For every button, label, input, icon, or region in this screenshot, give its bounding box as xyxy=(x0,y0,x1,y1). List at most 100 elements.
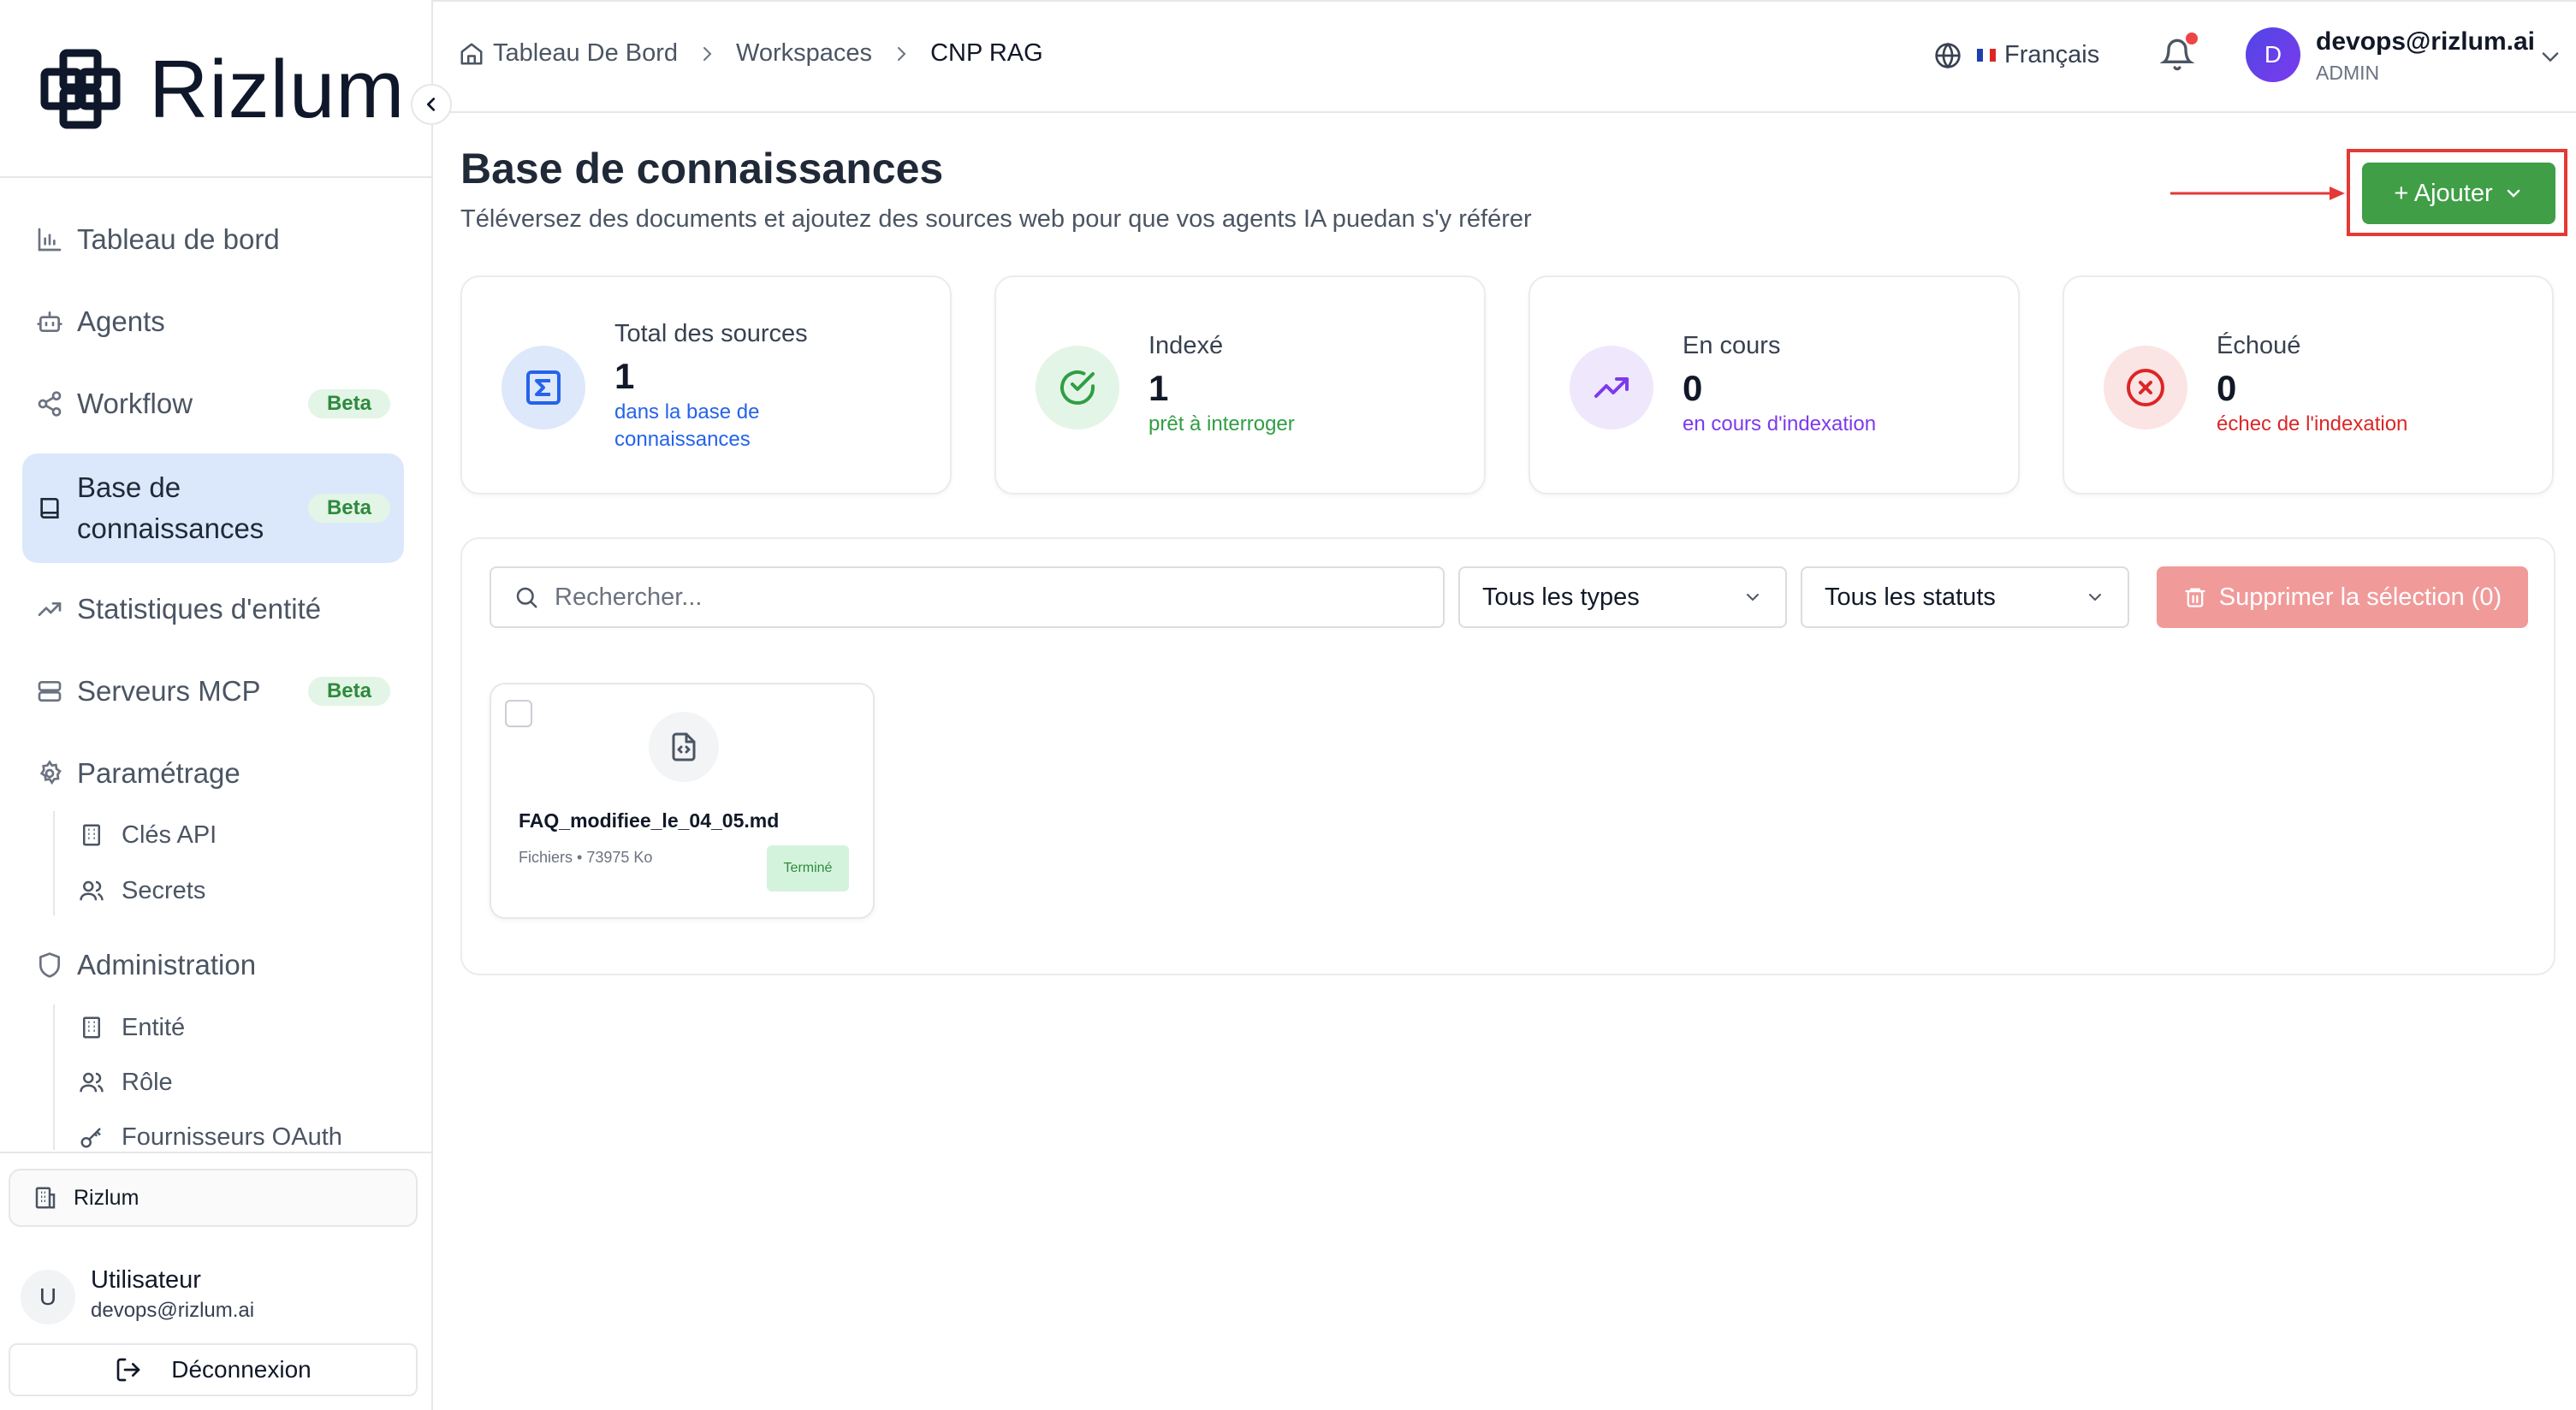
breadcrumb-current: CNP RAG xyxy=(930,39,1043,67)
breadcrumb-dashboard[interactable]: Tableau De Bord xyxy=(493,39,678,68)
stat-icon-wrap xyxy=(1036,346,1119,430)
chevron-down-icon xyxy=(2089,594,2101,601)
sidebar-item-knowledge-base[interactable]: Base de connaissances Beta xyxy=(22,453,404,563)
stat-card-total-sources: Total des sources 1 dans la base de conn… xyxy=(460,275,952,495)
users-icon xyxy=(80,880,104,901)
sidebar-item-label: Administration xyxy=(77,949,257,980)
search-icon xyxy=(516,587,537,608)
add-source-button[interactable]: + Ajouter xyxy=(2362,163,2555,224)
beta-badge: Beta xyxy=(307,494,390,523)
sidebar-item-settings[interactable]: Paramétrage xyxy=(22,739,404,808)
chevron-down-icon xyxy=(2507,189,2520,198)
type-filter-value: Tous les types xyxy=(1482,583,1640,611)
beta-badge: Beta xyxy=(307,389,390,418)
breadcrumb: Tableau De Bord Workspaces CNP RAG xyxy=(459,39,1043,68)
sidebar-subitem-label: Rôle xyxy=(122,1068,173,1096)
beta-badge: Beta xyxy=(307,677,390,706)
page-subtitle: Téléversez des documents et ajoutez des … xyxy=(460,205,1532,233)
user-name: Utilisateur xyxy=(91,1266,201,1294)
file-name: FAQ_modifiee_le_04_05.md xyxy=(519,809,780,832)
submenu-line xyxy=(53,811,55,915)
notification-dot xyxy=(2186,33,2198,44)
file-icon-wrap xyxy=(649,712,719,782)
sidebar-subitem-role[interactable]: Rôle xyxy=(79,1061,173,1104)
sidebar-subitem-api-keys[interactable]: Clés API xyxy=(79,814,217,856)
status-filter-select[interactable]: Tous les statuts xyxy=(1801,566,2129,628)
workspace-switcher[interactable]: Rizlum xyxy=(9,1169,418,1227)
stat-label: Total des sources xyxy=(614,320,808,347)
rizlum-logo-icon xyxy=(40,49,121,129)
sidebar-collapse-button[interactable] xyxy=(411,84,452,125)
sidebar-subitem-entity[interactable]: Entité xyxy=(79,1006,185,1049)
logout-label: Déconnexion xyxy=(171,1356,312,1383)
sidebar-item-agents[interactable]: Agents xyxy=(22,287,404,356)
sidebar-item-label: Base de connaissances xyxy=(77,471,264,544)
chevron-right-icon xyxy=(703,46,712,61)
stat-value: 0 xyxy=(2217,368,2237,408)
x-circle-icon xyxy=(2127,369,2164,406)
header-user-role: ADMIN xyxy=(2316,62,2380,84)
file-card[interactable]: FAQ_modifiee_le_04_05.md Fichiers • 7397… xyxy=(490,683,875,919)
logout-icon xyxy=(116,1358,140,1382)
type-filter-select[interactable]: Tous les types xyxy=(1458,566,1787,628)
search-field[interactable] xyxy=(490,566,1445,628)
sidebar-item-entity-stats[interactable]: Statistiques d'entité xyxy=(22,575,404,643)
chevron-down-icon xyxy=(1747,594,1759,601)
sidebar-item-label: Serveurs MCP xyxy=(77,675,261,707)
stat-value: 1 xyxy=(1149,368,1169,408)
delete-selection-label: Supprimer la sélection (0) xyxy=(2218,583,2502,611)
check-circle-icon xyxy=(1060,370,1095,405)
book-icon xyxy=(40,498,59,518)
chevron-left-icon xyxy=(426,98,436,111)
sidebar-subitem-secrets[interactable]: Secrets xyxy=(79,869,205,912)
avatar: U xyxy=(21,1270,75,1324)
sidebar-subitem-label: Fournisseurs OAuth xyxy=(122,1123,342,1151)
sidebar-item-label: Agents xyxy=(77,305,165,337)
gear-icon xyxy=(39,760,62,785)
stat-label: En cours xyxy=(1683,332,1781,359)
chevron-right-icon xyxy=(898,46,906,61)
share-icon xyxy=(38,391,62,417)
sidebar-item-label: Tableau de bord xyxy=(77,223,280,255)
file-select-checkbox[interactable] xyxy=(505,700,532,727)
page-title: Base de connaissances xyxy=(460,145,944,193)
header-user-email[interactable]: devops@rizlum.ai xyxy=(2316,27,2535,56)
brand-name: Rizlum xyxy=(149,44,406,135)
stat-icon-wrap xyxy=(2104,346,2187,430)
delete-selection-button[interactable]: Supprimer la sélection (0) xyxy=(2157,566,2528,628)
search-input[interactable] xyxy=(555,583,1325,612)
sidebar-item-administration[interactable]: Administration xyxy=(22,931,404,999)
sidebar-subitem-label: Clés API xyxy=(122,821,217,849)
breadcrumb-workspaces[interactable]: Workspaces xyxy=(736,39,872,68)
server-icon xyxy=(38,681,62,702)
language-label: Français xyxy=(2004,41,2100,68)
sidebar-item-dashboard[interactable]: Tableau de bord xyxy=(22,205,404,274)
sidebar-item-label: Workflow xyxy=(77,388,193,419)
workspace-name: Rizlum xyxy=(74,1185,139,1210)
file-code-icon xyxy=(672,732,696,761)
logo-area: Rizlum xyxy=(0,0,431,178)
stat-caption: en cours d'indexation xyxy=(1683,412,1877,435)
building-icon xyxy=(83,1016,100,1039)
logout-button[interactable]: Déconnexion xyxy=(9,1343,418,1396)
chevron-down-icon[interactable] xyxy=(2538,44,2562,68)
sidebar-item-label: Statistiques d'entité xyxy=(77,593,322,625)
building-icon xyxy=(35,1187,56,1209)
users-icon xyxy=(80,1072,104,1093)
submenu-line xyxy=(53,1004,55,1150)
user-email: devops@rizlum.ai xyxy=(91,1299,255,1322)
language-switcher[interactable]: Français xyxy=(1934,41,2099,69)
bot-icon xyxy=(37,311,62,332)
sidebar-footer: Rizlum U Utilisateur devops@rizlum.ai Dé… xyxy=(0,1152,431,1410)
sidebar-item-mcp-servers[interactable]: Serveurs MCP Beta xyxy=(22,657,404,726)
stat-caption: dans la base de connaissances xyxy=(614,400,760,451)
home-icon[interactable] xyxy=(459,41,484,67)
stat-value: 1 xyxy=(614,356,635,396)
trending-up-icon xyxy=(1594,377,1629,398)
sidebar-item-workflow[interactable]: Workflow Beta xyxy=(22,370,404,438)
header-avatar[interactable]: D xyxy=(2246,27,2300,82)
annotation-arrow-icon xyxy=(2170,187,2345,200)
stat-card-failed: Échoué 0 échec de l'indexation xyxy=(2063,275,2554,495)
stat-value: 0 xyxy=(1683,368,1703,408)
bar-chart-icon xyxy=(38,228,62,252)
